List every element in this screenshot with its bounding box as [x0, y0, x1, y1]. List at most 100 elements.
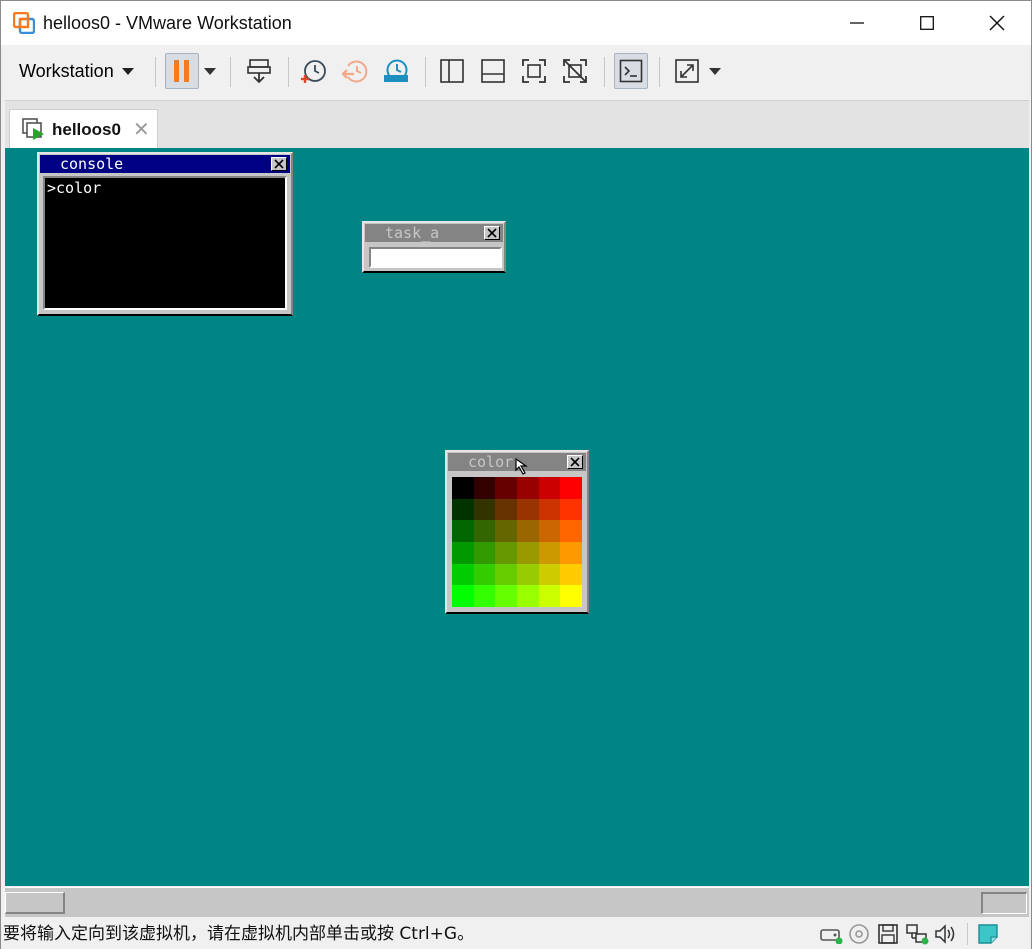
library-view-icon — [440, 59, 464, 83]
color-swatch — [473, 563, 496, 586]
status-message: 要将输入定向到该虚拟机，请在虚拟机内部单击或按 Ctrl+G。 — [3, 924, 475, 944]
color-title: color — [468, 453, 514, 471]
guest-screen[interactable]: console >color task_a color — [5, 148, 1029, 886]
workstation-menu-button[interactable]: Workstation — [11, 53, 142, 89]
color-swatch — [495, 498, 517, 521]
terminal-icon — [619, 59, 643, 83]
tab-close-icon[interactable]: ✕ — [133, 120, 150, 140]
message-log-icon[interactable] — [975, 922, 1001, 946]
power-options-dropdown[interactable] — [204, 68, 216, 75]
maximize-icon — [920, 16, 934, 30]
color-swatch — [538, 498, 561, 521]
tab-helloos0[interactable]: helloos0 ✕ — [9, 109, 158, 149]
console-title: console — [60, 155, 124, 173]
color-swatch — [560, 520, 582, 542]
task-a-title-bar[interactable]: task_a — [365, 224, 503, 242]
stretch-guest-button[interactable] — [670, 53, 704, 89]
show-thumbnail-bar-button[interactable] — [476, 53, 510, 89]
close-icon — [487, 228, 497, 238]
color-swatch — [538, 520, 561, 542]
color-swatch — [516, 477, 539, 499]
color-swatch — [538, 541, 561, 564]
send-keys-icon — [247, 59, 271, 84]
color-swatch — [473, 477, 496, 499]
color-swatch — [560, 541, 582, 564]
status-bar: 要将输入定向到该虚拟机，请在虚拟机内部单击或按 Ctrl+G。 — [1, 919, 1031, 949]
vmware-window: helloos0 - VMware Workstation Workstatio… — [0, 0, 1032, 949]
color-swatch — [452, 498, 474, 521]
chevron-down-icon — [121, 67, 134, 75]
toolbar-divider — [230, 57, 231, 87]
color-swatch — [538, 585, 561, 607]
full-screen-icon — [522, 59, 546, 83]
full-screen-button[interactable] — [517, 53, 551, 89]
main-toolbar: Workstation — [1, 45, 1031, 97]
title-bar[interactable]: helloos0 - VMware Workstation — [1, 1, 1031, 45]
task-a-title: task_a — [385, 224, 440, 242]
tab-label: helloos0 — [52, 119, 121, 139]
toolbar-divider — [425, 57, 426, 87]
unity-icon — [563, 59, 587, 83]
guest-console-window[interactable]: console >color — [37, 152, 293, 316]
console-text-area[interactable]: >color — [43, 176, 287, 310]
window-title: helloos0 - VMware Workstation — [43, 13, 292, 33]
console-title-bar[interactable]: console — [40, 155, 290, 173]
sound-icon[interactable] — [933, 922, 959, 946]
toolbar-divider — [659, 57, 660, 87]
color-swatch — [516, 498, 539, 521]
minimize-icon — [850, 22, 864, 24]
color-swatch — [516, 563, 539, 586]
minimize-button[interactable] — [827, 1, 887, 45]
color-swatch — [452, 541, 474, 564]
console-output: >color — [47, 179, 102, 197]
floppy-icon[interactable] — [875, 922, 901, 946]
color-swatch — [452, 520, 474, 542]
mouse-pointer-icon — [515, 458, 528, 475]
unity-mode-button[interactable] — [558, 53, 592, 89]
snapshot-manager-icon — [384, 59, 408, 82]
pause-icon — [174, 60, 189, 82]
vm-tab-strip: helloos0 ✕ — [5, 100, 1029, 149]
revert-snapshot-button[interactable] — [338, 53, 372, 89]
show-library-button[interactable] — [435, 53, 469, 89]
color-swatch — [495, 563, 517, 586]
close-icon — [274, 159, 284, 169]
color-swatch — [516, 541, 539, 564]
color-swatch — [538, 563, 561, 586]
toolbar-divider — [288, 57, 289, 87]
thumbnail-bar-icon — [481, 59, 505, 83]
hard-disk-icon[interactable] — [818, 922, 844, 946]
workstation-menu-label: Workstation — [19, 60, 114, 81]
color-swatch — [473, 541, 496, 564]
color-swatch — [452, 477, 474, 499]
guest-scroll-left-block[interactable] — [5, 892, 65, 914]
guest-scroll-right-block[interactable] — [981, 892, 1027, 914]
toolbar-divider — [604, 57, 605, 87]
toolbar-divider — [155, 57, 156, 87]
snapshot-manager-button[interactable] — [379, 53, 413, 89]
pause-vm-button[interactable] — [165, 53, 199, 89]
color-palette-grid — [452, 477, 582, 607]
task-a-text-box[interactable] — [369, 247, 502, 268]
send-ctrl-alt-del-button[interactable] — [242, 53, 276, 89]
task-a-close-button[interactable] — [484, 226, 500, 240]
guest-task-a-window[interactable]: task_a — [362, 221, 506, 273]
color-swatch — [473, 520, 496, 542]
network-adapter-icon[interactable] — [904, 922, 930, 946]
color-swatch — [516, 520, 539, 542]
color-swatch — [560, 498, 582, 521]
status-divider — [967, 923, 968, 945]
stretch-icon — [675, 59, 699, 83]
color-close-button[interactable] — [567, 455, 583, 469]
close-button[interactable] — [967, 1, 1027, 45]
color-swatch — [452, 585, 474, 607]
color-swatch — [452, 563, 474, 586]
maximize-button[interactable] — [897, 1, 957, 45]
console-view-button[interactable] — [614, 53, 648, 89]
color-swatch — [473, 585, 496, 607]
color-swatch — [473, 498, 496, 521]
cd-dvd-icon[interactable] — [846, 922, 872, 946]
stretch-options-dropdown[interactable] — [709, 68, 721, 75]
take-snapshot-button[interactable] — [297, 53, 331, 89]
console-close-button[interactable] — [271, 157, 287, 171]
